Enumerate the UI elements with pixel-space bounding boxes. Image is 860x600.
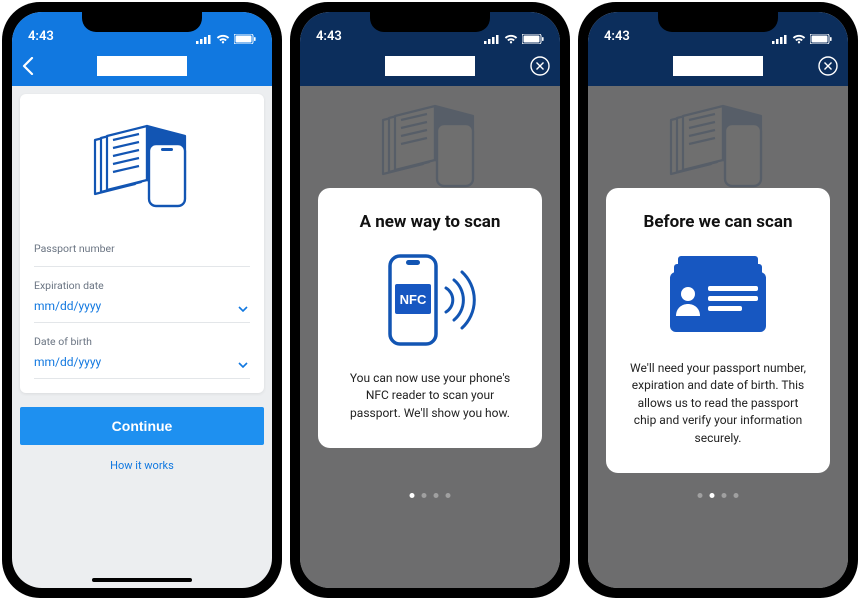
expiration-date-value: mm/dd/yyyy	[34, 299, 101, 313]
wifi-icon	[216, 34, 230, 44]
page-indicator[interactable]	[698, 493, 739, 498]
page-dot-4	[734, 493, 739, 498]
page-dot-1	[410, 493, 415, 498]
status-time: 4:43	[28, 29, 54, 44]
wifi-icon	[792, 34, 806, 44]
close-icon	[530, 56, 550, 76]
battery-icon	[522, 34, 544, 44]
onboarding-modal: Before we can scan	[606, 188, 830, 473]
nfc-badge-text: NFC	[400, 292, 427, 307]
modal-title: Before we can scan	[624, 212, 812, 232]
brand-logo	[673, 56, 763, 76]
signal-icon	[772, 34, 788, 44]
phone-frame-2: 4:43	[290, 2, 570, 598]
notch	[370, 12, 490, 32]
phone-frame-3: 4:43	[578, 2, 858, 598]
page-dot-1	[698, 493, 703, 498]
chevron-left-icon	[22, 57, 34, 75]
dob-field[interactable]: Date of birth mm/dd/yyyy	[34, 329, 250, 379]
page-dot-3	[722, 493, 727, 498]
page-indicator[interactable]	[410, 493, 451, 498]
notch	[658, 12, 778, 32]
notch	[82, 12, 202, 32]
passport-number-field[interactable]: Passport number	[34, 236, 250, 267]
nav-bar	[588, 46, 848, 86]
back-button[interactable]	[22, 57, 34, 75]
status-time: 4:43	[316, 29, 342, 44]
continue-button[interactable]: Continue	[20, 407, 264, 445]
home-indicator[interactable]	[92, 578, 192, 582]
screen-1: 4:43	[12, 12, 272, 588]
id-card-illustration	[624, 250, 812, 340]
passport-illustration	[34, 118, 250, 214]
dob-label: Date of birth	[34, 335, 250, 348]
nfc-phone-illustration: NFC	[336, 250, 524, 350]
signal-icon	[484, 34, 500, 44]
passport-number-label: Passport number	[34, 242, 250, 255]
status-icons	[196, 34, 256, 44]
how-it-works-link[interactable]: How it works	[20, 459, 264, 472]
nav-bar	[12, 46, 272, 86]
nav-bar	[300, 46, 560, 86]
status-time: 4:43	[604, 29, 630, 44]
close-button[interactable]	[818, 56, 838, 76]
phone-frame-1: 4:43	[2, 2, 282, 598]
modal-body: You can now use your phone's NFC reader …	[336, 370, 524, 422]
dropdown-caret-icon	[238, 362, 248, 368]
page-dot-2	[710, 493, 715, 498]
page-dot-4	[446, 493, 451, 498]
battery-icon	[810, 34, 832, 44]
wifi-icon	[504, 34, 518, 44]
passport-form-card: Passport number Expiration date mm/dd/yy…	[20, 94, 264, 393]
expiration-date-label: Expiration date	[34, 279, 250, 292]
expiration-date-field[interactable]: Expiration date mm/dd/yyyy	[34, 273, 250, 323]
page-dot-3	[434, 493, 439, 498]
close-button[interactable]	[530, 56, 550, 76]
brand-logo	[97, 56, 187, 76]
page-dot-2	[422, 493, 427, 498]
signal-icon	[196, 34, 212, 44]
dropdown-caret-icon	[238, 306, 248, 312]
onboarding-modal: A new way to scan NFC You can now use	[318, 188, 542, 448]
close-icon	[818, 56, 838, 76]
screen-3: 4:43	[588, 12, 848, 588]
modal-body: We'll need your passport number, expirat…	[624, 360, 812, 447]
modal-title: A new way to scan	[336, 212, 524, 232]
form-body: Passport number Expiration date mm/dd/yy…	[12, 86, 272, 480]
screen-2: 4:43	[300, 12, 560, 588]
dob-value: mm/dd/yyyy	[34, 355, 101, 369]
status-icons	[484, 34, 544, 44]
brand-logo	[385, 56, 475, 76]
battery-icon	[234, 34, 256, 44]
status-icons	[772, 34, 832, 44]
